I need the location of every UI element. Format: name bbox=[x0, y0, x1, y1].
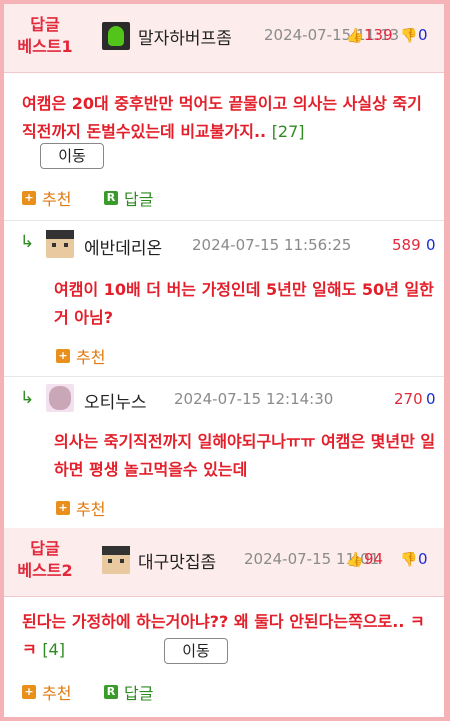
downvote-count: 0 bbox=[418, 26, 428, 44]
thumb-up-icon[interactable]: 👍 bbox=[346, 552, 363, 568]
nickname[interactable]: 말자하버프좀 bbox=[138, 24, 232, 49]
nickname[interactable]: 대구맛집좀 bbox=[138, 548, 216, 573]
avatar[interactable] bbox=[102, 22, 130, 50]
recommend-button[interactable]: + 추천 bbox=[56, 496, 105, 520]
divider bbox=[4, 376, 444, 377]
reply-label: 답글 bbox=[124, 190, 154, 209]
upvote-count: 94 bbox=[364, 550, 384, 568]
reply-arrow-icon: ↳ bbox=[20, 232, 35, 252]
comment-date: 2024-07-15 11:56:25 bbox=[192, 236, 352, 254]
thumb-up-icon[interactable]: 👍 bbox=[346, 28, 363, 44]
nickname[interactable]: 에반데리온 bbox=[84, 234, 162, 259]
comment-content: 의사는 죽기직전까지 일해야되구나ㅠㅠ 여캠은 몇년만 일하면 평생 놀고먹을수… bbox=[54, 432, 436, 479]
reply-arrow-icon: ↳ bbox=[20, 388, 35, 408]
reply-count[interactable]: [4] bbox=[42, 640, 65, 659]
upvote-count: 589 bbox=[392, 236, 421, 254]
reply-count[interactable]: [27] bbox=[272, 122, 305, 141]
plus-square-icon: + bbox=[22, 685, 36, 699]
best-comment-header-1: 답글 베스트1 말자하버프좀 2024-07-15 11:13 👍 139 👎 … bbox=[4, 4, 444, 73]
comment-content: 여캠은 20대 중후반만 먹어도 끝물이고 의사는 사실상 죽기직전까지 돈벌수… bbox=[22, 90, 432, 146]
comment-list: 답글 베스트1 말자하버프좀 2024-07-15 11:13 👍 139 👎 … bbox=[4, 4, 444, 717]
comment-content: 여캠이 10배 더 버는 가정인데 5년만 일해도 50년 일한거 아님? bbox=[54, 280, 434, 327]
divider bbox=[4, 220, 444, 221]
recommend-button[interactable]: + 추천 bbox=[22, 680, 71, 704]
plus-square-icon: + bbox=[56, 349, 70, 363]
avatar[interactable] bbox=[46, 384, 74, 412]
r-square-icon: R bbox=[104, 685, 118, 699]
move-button[interactable]: 이동 bbox=[40, 143, 104, 169]
reply-button[interactable]: R 답글 bbox=[104, 186, 153, 210]
nickname[interactable]: 오티누스 bbox=[84, 388, 147, 413]
reply-label: 답글 bbox=[124, 684, 154, 703]
upvote-count: 139 bbox=[364, 26, 393, 44]
downvote-count: 0 bbox=[426, 236, 436, 254]
comment-text: 여캠은 20대 중후반만 먹어도 끝물이고 의사는 사실상 죽기직전까지 돈벌수… bbox=[22, 94, 422, 141]
best-comment-header-2: 답글 베스트2 대구맛집좀 2024-07-15 11:01 👍 94 👎 0 bbox=[4, 528, 444, 597]
avatar[interactable] bbox=[102, 546, 130, 574]
recommend-label: 추천 bbox=[42, 684, 72, 703]
move-button[interactable]: 이동 bbox=[164, 638, 228, 664]
best-label: 답글 베스트1 bbox=[17, 15, 73, 56]
downvote-count: 0 bbox=[418, 550, 428, 568]
thumb-down-icon[interactable]: 👎 bbox=[400, 28, 417, 44]
avatar[interactable] bbox=[46, 230, 74, 258]
recommend-label: 추천 bbox=[76, 500, 106, 519]
plus-square-icon: + bbox=[22, 191, 36, 205]
thumb-down-icon[interactable]: 👎 bbox=[400, 552, 417, 568]
comment-date: 2024-07-15 12:14:30 bbox=[174, 390, 334, 408]
recommend-label: 추천 bbox=[42, 190, 72, 209]
reply-button[interactable]: R 답글 bbox=[104, 680, 153, 704]
best-label: 답글 베스트2 bbox=[17, 539, 73, 580]
plus-square-icon: + bbox=[56, 501, 70, 515]
downvote-count: 0 bbox=[426, 390, 436, 408]
upvote-count: 270 bbox=[394, 390, 423, 408]
recommend-label: 추천 bbox=[76, 348, 106, 367]
recommend-button[interactable]: + 추천 bbox=[22, 186, 71, 210]
r-square-icon: R bbox=[104, 191, 118, 205]
recommend-button[interactable]: + 추천 bbox=[56, 344, 105, 368]
